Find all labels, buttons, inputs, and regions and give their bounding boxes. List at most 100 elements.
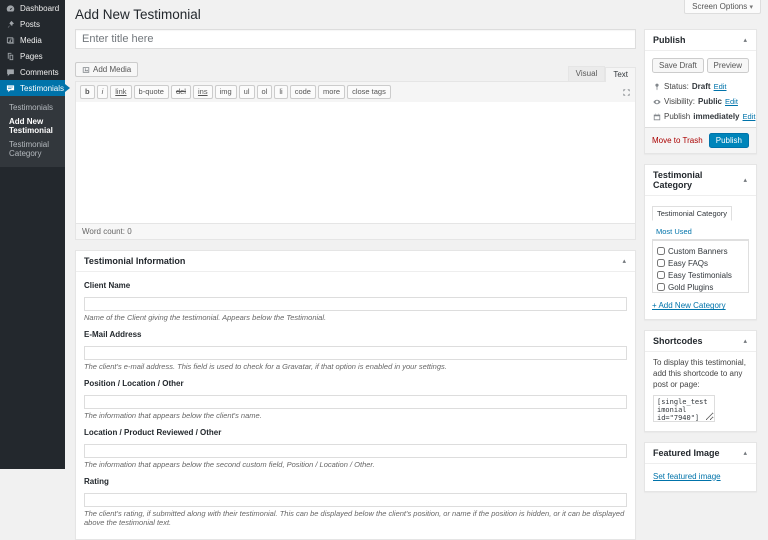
sidebar-item-dashboard[interactable]: Dashboard xyxy=(0,0,65,16)
save-draft-button[interactable]: Save Draft xyxy=(652,58,704,73)
category-checkbox[interactable] xyxy=(657,259,665,267)
category-item[interactable]: Easy Testimonials xyxy=(657,269,748,281)
email-label: E-Mail Address xyxy=(84,330,627,339)
set-featured-image-link[interactable]: Set featured image xyxy=(653,472,721,481)
move-to-trash-link[interactable]: Move to Trash xyxy=(652,136,703,145)
quicktags-toolbar: b i link b-quote del ins img ul ol li co… xyxy=(76,82,635,102)
qt-ins-button[interactable]: ins xyxy=(193,85,213,99)
testimonial-category-box: Testimonial Category ▴ Testimonial Categ… xyxy=(644,164,757,320)
email-input[interactable] xyxy=(84,346,627,360)
shortcodes-description: To display this testimonial, add this sh… xyxy=(653,358,748,390)
submenu-item-add-new-testimonial[interactable]: Add New Testimonial xyxy=(0,114,65,137)
position-description: The information that appears below the c… xyxy=(84,411,627,420)
word-count: Word count: 0 xyxy=(76,223,635,239)
category-label: Easy Testimonials xyxy=(668,271,732,280)
featured-image-title: Featured Image xyxy=(653,448,720,458)
sidebar-item-label: Testimonials xyxy=(20,84,64,93)
shortcode-textarea[interactable]: [single_testimonial id="7940"] xyxy=(653,395,715,422)
sidebar-item-testimonials[interactable]: Testimonials xyxy=(0,80,65,96)
calendar-icon xyxy=(653,113,661,121)
tab-all-categories[interactable]: Testimonial Category xyxy=(652,206,732,221)
sidebar-item-label: Media xyxy=(20,36,42,45)
chevron-down-icon: ▾ xyxy=(749,4,753,11)
screen-options-tab[interactable]: Screen Options ▾ xyxy=(684,0,761,14)
admin-sidebar: Dashboard Posts Media Pages Comments Tes… xyxy=(0,0,65,469)
location-description: The information that appears below the s… xyxy=(84,460,627,469)
rating-description: The client's rating, if submitted along … xyxy=(84,509,627,527)
category-label: Gold Plugins xyxy=(668,283,713,292)
toggle-arrow-icon[interactable]: ▴ xyxy=(742,176,748,184)
rating-input[interactable] xyxy=(84,493,627,507)
qt-bold-button[interactable]: b xyxy=(80,85,95,99)
visibility-eye-icon xyxy=(653,98,661,106)
fullscreen-button[interactable] xyxy=(622,88,631,97)
category-checkbox[interactable] xyxy=(657,271,665,279)
testimonial-category-title: Testimonial Category xyxy=(653,170,742,190)
toggle-arrow-icon[interactable]: ▴ xyxy=(742,449,748,457)
testimonials-submenu: Testimonials Add New Testimonial Testimo… xyxy=(0,96,65,167)
add-new-category-link[interactable]: + Add New Category xyxy=(652,301,726,310)
category-item[interactable]: Gold Plugins xyxy=(657,281,748,293)
tab-visual[interactable]: Visual xyxy=(568,66,606,81)
edit-visibility-link[interactable]: Edit xyxy=(725,97,738,106)
add-media-button[interactable]: Add Media xyxy=(75,62,138,77)
content-area: Add New Testimonial Add Media Visual Tex… xyxy=(65,0,768,540)
active-menu-arrow-icon xyxy=(65,84,70,92)
add-media-label: Add Media xyxy=(93,65,131,74)
qt-ol-button[interactable]: ol xyxy=(257,85,273,99)
qt-img-button[interactable]: img xyxy=(215,85,237,99)
category-checklist: Custom Banners Easy FAQs Easy Testimonia… xyxy=(652,240,749,293)
category-checkbox[interactable] xyxy=(657,247,665,255)
publish-box-title: Publish xyxy=(653,35,686,45)
category-checkbox[interactable] xyxy=(657,283,665,291)
qt-more-button[interactable]: more xyxy=(318,85,345,99)
visibility-label: Visibility: xyxy=(664,97,695,106)
sidebar-item-label: Posts xyxy=(20,20,40,29)
qt-blockquote-button[interactable]: b-quote xyxy=(134,85,169,99)
category-item[interactable]: Easy FAQs xyxy=(657,257,748,269)
toggle-arrow-icon[interactable]: ▴ xyxy=(742,337,748,345)
sidebar-item-posts[interactable]: Posts xyxy=(0,16,65,32)
tab-most-used[interactable]: Most Used xyxy=(652,225,696,238)
publish-box: Publish ▴ Save Draft Preview Status: Dra… xyxy=(644,29,757,154)
publish-button[interactable]: Publish xyxy=(709,133,749,148)
editor-mode-tabs: Visual Text xyxy=(568,66,636,81)
fullscreen-icon xyxy=(622,88,631,97)
category-item[interactable]: Custom Banners xyxy=(657,245,748,257)
client-name-input[interactable] xyxy=(84,297,627,311)
sidebar-item-pages[interactable]: Pages xyxy=(0,48,65,64)
sidebar-item-label: Comments xyxy=(20,68,59,77)
page-title: Add New Testimonial xyxy=(75,7,757,23)
qt-close-tags-button[interactable]: close tags xyxy=(347,85,391,99)
publish-time-value: immediately xyxy=(693,112,739,121)
content-textarea[interactable] xyxy=(76,102,635,223)
edit-status-link[interactable]: Edit xyxy=(714,82,727,91)
title-input[interactable] xyxy=(75,29,636,49)
position-input[interactable] xyxy=(84,395,627,409)
qt-del-button[interactable]: del xyxy=(171,85,191,99)
edit-publish-time-link[interactable]: Edit xyxy=(743,112,756,121)
qt-italic-button[interactable]: i xyxy=(97,85,109,99)
rating-label: Rating xyxy=(84,477,627,486)
submenu-item-testimonial-category[interactable]: Testimonial Category xyxy=(0,137,65,160)
screen-options-label: Screen Options xyxy=(692,2,747,11)
toggle-arrow-icon[interactable]: ▴ xyxy=(742,36,748,44)
tab-text[interactable]: Text xyxy=(605,67,636,82)
sidebar-item-media[interactable]: Media xyxy=(0,32,65,48)
testimonial-information-title: Testimonial Information xyxy=(84,256,185,266)
testimonial-information-box: Testimonial Information ▴ Client Name Na… xyxy=(75,250,636,540)
category-label: Custom Banners xyxy=(668,247,728,256)
shortcodes-title: Shortcodes xyxy=(653,336,703,346)
qt-li-button[interactable]: li xyxy=(274,85,287,99)
media-icon xyxy=(6,36,15,45)
sidebar-item-comments[interactable]: Comments xyxy=(0,64,65,80)
submenu-item-testimonials[interactable]: Testimonials xyxy=(0,100,65,114)
featured-image-box: Featured Image ▴ Set featured image xyxy=(644,442,757,492)
qt-link-button[interactable]: link xyxy=(110,85,131,99)
status-value: Draft xyxy=(692,82,711,91)
qt-ul-button[interactable]: ul xyxy=(239,85,255,99)
qt-code-button[interactable]: code xyxy=(290,85,316,99)
preview-button[interactable]: Preview xyxy=(707,58,749,73)
location-input[interactable] xyxy=(84,444,627,458)
toggle-arrow-icon[interactable]: ▴ xyxy=(621,257,627,265)
